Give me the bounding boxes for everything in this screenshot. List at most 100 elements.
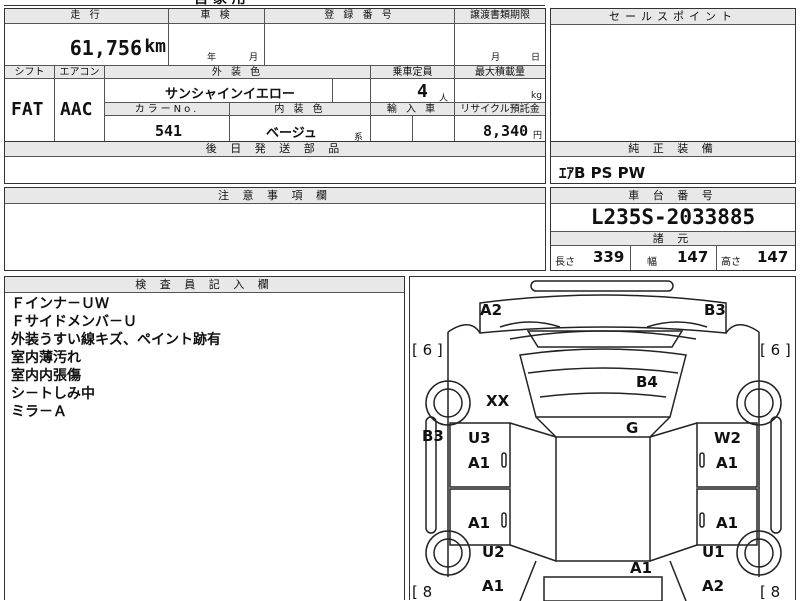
- inspector-line: 室内内張傷: [11, 368, 81, 384]
- mark-a2-right: A2: [702, 577, 725, 595]
- length-label: 長さ: [555, 257, 575, 268]
- inspector-line: 室内薄汚れ: [11, 350, 81, 366]
- width-value: 147: [677, 248, 709, 266]
- transfer-label: 譲渡書類期限: [455, 9, 545, 24]
- import-cell-b: [413, 116, 455, 144]
- transfer-month: 月: [491, 53, 501, 63]
- shift-value: FAT: [11, 99, 44, 120]
- shift-label: シフト: [5, 66, 55, 79]
- mark-a1-left-1: A1: [468, 454, 491, 472]
- sales-point-label: セールスポイント: [551, 9, 795, 25]
- exterior-extra-cell: [333, 79, 371, 103]
- import-cell-a: [371, 116, 413, 144]
- inspection-month: 月: [249, 53, 259, 63]
- exterior-value: サンシャインイエロー: [165, 87, 295, 102]
- mark-a1-left-3: A1: [482, 577, 505, 595]
- recycle-unit: 円: [533, 131, 543, 141]
- mark-a1-right-1: A1: [716, 454, 739, 472]
- length-value: 339: [593, 248, 625, 266]
- capacity-label: 乗車定員: [371, 66, 455, 79]
- color-no-label: カラーNo.: [105, 103, 230, 116]
- height-value: 147: [757, 248, 789, 266]
- mark-xx: XX: [486, 392, 510, 410]
- transfer-day: 日: [531, 53, 541, 63]
- mark-u3: U3: [468, 429, 491, 447]
- mileage-cell: 61,756 km: [5, 24, 169, 66]
- notes-label: 注 意 事 項 欄: [5, 188, 545, 204]
- mark-b3-top: B3: [704, 301, 726, 319]
- mark-a1-left-2: A1: [468, 514, 491, 532]
- inspection-cell: 年 月: [169, 24, 265, 66]
- later-parts-box: 後 日 発 送 部 品: [4, 141, 546, 184]
- aircon-cell: AAC: [55, 79, 105, 144]
- chassis-value: L235S-2033885: [590, 205, 756, 229]
- mark-b3-left: B3: [422, 427, 444, 445]
- length-cell: 長さ 339: [551, 245, 631, 270]
- exterior-cell: サンシャインイエロー: [105, 79, 333, 103]
- mileage-value: 61,756: [69, 36, 142, 60]
- recycle-cell: 8,340 円: [455, 116, 545, 144]
- inspector-line: シ－トしみ中: [11, 386, 95, 402]
- mark-six-right: [ 6 ]: [760, 341, 791, 359]
- mark-six-left: [ 6 ]: [412, 341, 443, 359]
- vehicle-info-table: 走 行 車 検 登 録 番 号 譲渡書類期限 61,756 km 年 月 月 日…: [4, 8, 546, 144]
- load-cell: kg: [455, 79, 545, 103]
- recycle-label: リサイクル預託金: [455, 103, 545, 116]
- mark-w2: W2: [714, 429, 741, 447]
- width-cell: 幅 147: [631, 245, 717, 270]
- registration-label: 登 録 番 号: [265, 9, 455, 24]
- mark-b4: B4: [636, 373, 658, 391]
- mark-u1: U1: [702, 543, 725, 561]
- capacity-value: 4: [417, 81, 428, 102]
- sales-point-box: セールスポイント: [550, 8, 796, 143]
- inspector-line: Ｆサイドメンバ－Ｕ: [11, 314, 137, 330]
- specs-row: 長さ 339 幅 147 高さ 147: [551, 245, 795, 270]
- inspector-line: 外装うすい線キズ、ペイント跡有: [11, 332, 221, 348]
- width-label: 幅: [647, 257, 657, 268]
- color-no-value: 541: [155, 122, 183, 140]
- aircon-value: AAC: [60, 99, 93, 120]
- genuine-equipment-label: 純 正 装 備: [551, 142, 795, 157]
- aircon-label: エアコン: [55, 66, 105, 79]
- shift-cell: FAT: [5, 79, 55, 144]
- chassis-label: 車 台 番 号: [551, 188, 795, 204]
- car-diagram-box: A2 B3 [ 6 ] [ 6 ] B4 XX G B3 U3 W2 A1 A1…: [409, 276, 796, 601]
- load-label: 最大積載量: [455, 66, 545, 79]
- color-no-cell: 541: [105, 116, 230, 144]
- interior-value: ベージュ: [266, 126, 317, 141]
- capacity-cell: 4 人: [371, 79, 455, 104]
- inspector-line: Ｆインナ－ＵＷ: [11, 296, 109, 312]
- transfer-cell: 月 日: [455, 24, 545, 66]
- interior-label: 内 装 色: [230, 103, 371, 116]
- chassis-box: 車 台 番 号 L235S-2033885 諸 元 長さ 339 幅 147 高…: [550, 187, 796, 271]
- import-label: 輸 入 車: [371, 103, 455, 116]
- mark-g: G: [626, 419, 639, 437]
- registration-cell: [265, 24, 455, 66]
- notes-box: 注 意 事 項 欄: [4, 187, 546, 271]
- top-strip-text: 自 家 用: [194, 0, 246, 8]
- interior-cell: ベージュ 系: [230, 116, 371, 144]
- inspection-year: 年: [207, 53, 217, 63]
- recycle-value: 8,340: [483, 122, 529, 140]
- specs-label: 諸 元: [551, 231, 795, 246]
- mark-a1-right-2: A1: [716, 514, 739, 532]
- genuine-equipment-value: ｴｱB PS PW: [559, 164, 646, 182]
- inspection-label: 車 検: [169, 9, 265, 24]
- height-cell: 高さ 147: [717, 245, 795, 270]
- load-unit: kg: [531, 91, 542, 101]
- inspector-lines: Ｆインナ－ＵＷ Ｆサイドメンバ－Ｕ 外装うすい線キズ、ペイント跡有 室内薄汚れ …: [11, 295, 221, 421]
- inspector-box: 検 査 員 記 入 欄 Ｆインナ－ＵＷ Ｆサイドメンバ－Ｕ 外装うすい線キズ、ペ…: [4, 276, 405, 600]
- mileage-label: 走 行: [5, 9, 169, 24]
- mark-eight-left: [ 8: [412, 583, 433, 601]
- genuine-equipment-box: 純 正 装 備 ｴｱB PS PW: [550, 141, 796, 184]
- top-strip: 自 家 用: [4, 0, 545, 8]
- exterior-label: 外 装 色: [105, 66, 371, 79]
- height-label: 高さ: [721, 257, 741, 268]
- mark-eight-right: [ 8: [760, 583, 781, 601]
- mark-a1-center: A1: [630, 559, 653, 577]
- later-parts-label: 後 日 発 送 部 品: [5, 142, 545, 157]
- inspector-line: ミラ－Ａ: [11, 404, 67, 420]
- inspector-label: 検 査 員 記 入 欄: [5, 277, 404, 293]
- mileage-unit: km: [144, 36, 166, 57]
- mark-a2-top: A2: [480, 301, 503, 319]
